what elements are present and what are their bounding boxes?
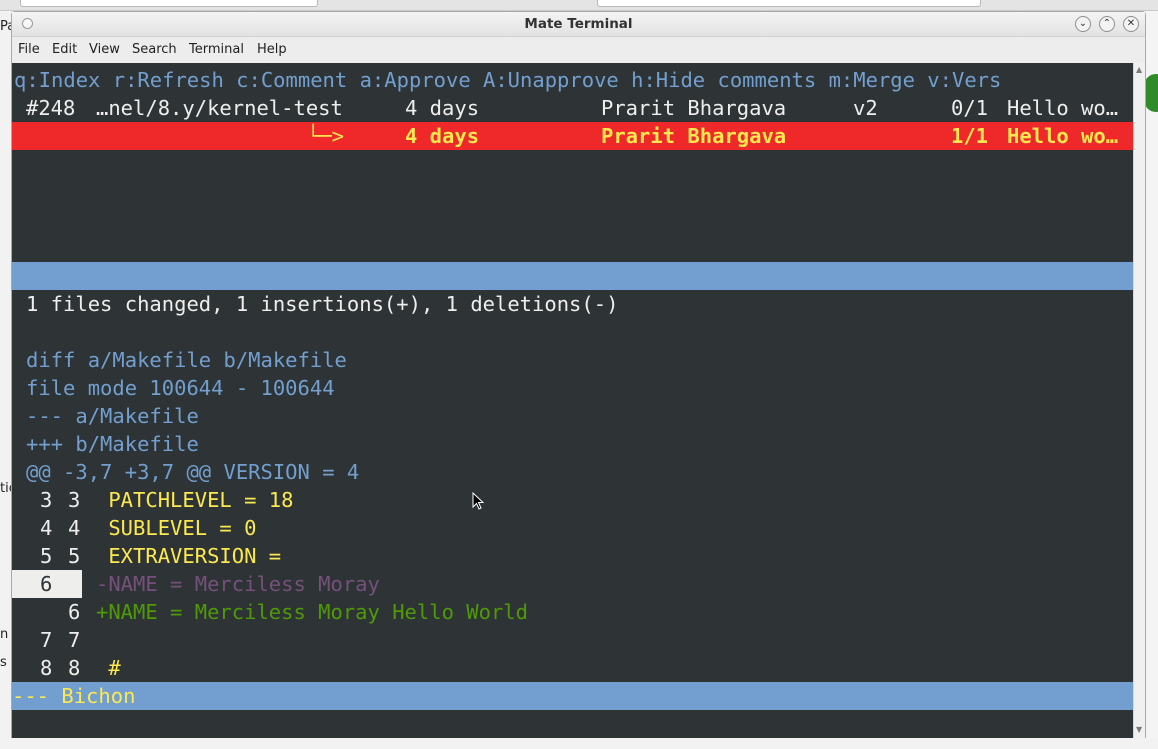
diff-line-text: PATCHLEVEL = 18 [96,488,294,512]
menu-bar: File Edit View Search Terminal Help [12,37,1145,63]
background-input-field [597,0,981,7]
mr-id: #248 [26,96,76,120]
diff-hunk-header: @@ -3,7 +3,7 @@ VERSION = 4 [12,458,1133,486]
mr-author: Prarit Bhargava [601,96,787,120]
background-window-bottom [0,738,1158,749]
old-line-number: 5 [40,544,53,568]
diff-context-line[interactable]: 7 7 [12,626,1133,654]
separator-bar [12,262,1133,290]
mr-version: v2 [853,96,878,120]
diff-header-text: +++ b/Makefile [26,432,199,456]
title-bar[interactable]: Mate Terminal ⌄ ⌃ ✕ [12,12,1145,37]
status-bar: --- Bichon [12,682,1133,710]
tree-arrow: └─> [307,124,345,148]
diff-header-line: file mode 100644 - 100644 [12,374,1133,402]
diff-header-line: --- a/Makefile [12,402,1133,430]
menu-search[interactable]: Search [132,42,177,57]
menu-edit[interactable]: Edit [52,42,77,57]
diff-header-line: +++ b/Makefile [12,430,1133,458]
hunk-text: @@ -3,7 +3,7 @@ VERSION = 4 [26,460,360,484]
new-line-number: 4 [68,516,81,540]
scroll-down-icon[interactable]: ▼ [1136,725,1142,734]
new-line-number: 8 [68,656,81,680]
menu-file[interactable]: File [18,42,40,57]
background-text-fragment: n [0,627,9,642]
mr-count: 1/1 [951,124,989,148]
diff-added-line[interactable]: 6 +NAME = Merciless Moray Hello World [12,598,1133,626]
terminal-scrollbar[interactable]: ▲ ▼ [1133,63,1145,738]
mr-age: 4 days [405,124,480,148]
minimize-icon[interactable]: ⌄ [1075,16,1091,32]
terminal-window: Mate Terminal ⌄ ⌃ ✕ File Edit View Searc… [11,11,1146,738]
menu-terminal[interactable]: Terminal [189,42,244,57]
diff-header-line: diff a/Makefile b/Makefile [12,346,1133,374]
new-line-number: 6 [68,600,81,624]
help-bar: q:Index r:Refresh c:Comment a:Approve A:… [12,66,1133,94]
new-line-number: 5 [68,544,81,568]
old-line-number: 4 [40,516,53,540]
scroll-up-icon[interactable]: ▲ [1136,65,1142,74]
diff-removed-line[interactable]: 6 -NAME = Merciless Moray [12,570,1133,598]
status-bar-text: --- Bichon [12,684,136,708]
diff-context-line[interactable]: 4 4 SUBLEVEL = 0 [12,514,1133,542]
diff-line-text: # [96,656,121,680]
close-icon[interactable]: ✕ [1123,16,1139,32]
menu-help[interactable]: Help [257,42,287,57]
diff-context-line[interactable]: 8 8 # [12,654,1133,682]
diff-summary-text: 1 files changed, 1 insertions(+), 1 dele… [26,292,619,316]
diff-line-text: EXTRAVERSION = [96,544,282,568]
background-text-fragment: s [0,655,7,670]
diff-header-text: diff a/Makefile b/Makefile [26,348,347,372]
mr-age: 4 days [405,96,480,120]
old-line-number: 8 [40,656,53,680]
mr-title: Hello wo… [1007,124,1119,148]
menu-view[interactable]: View [89,42,120,57]
background-window-right [1146,11,1158,749]
mr-branch: …nel/8.y/kernel-test [96,96,343,120]
diff-line-text: +NAME = Merciless Moray Hello World [96,600,528,624]
help-bar-text: q:Index r:Refresh c:Comment a:Approve A:… [14,68,1002,92]
mouse-pointer-icon [472,492,484,510]
new-line-number: 7 [68,628,81,652]
old-line-number: 6 [40,572,53,596]
diff-context-line[interactable]: 3 3 PATCHLEVEL = 18 [12,486,1133,514]
mr-title: Hello wo… [1007,96,1119,120]
diff-header-text: --- a/Makefile [26,404,199,428]
diff-line-text: SUBLEVEL = 0 [96,516,257,540]
diff-summary: 1 files changed, 1 insertions(+), 1 dele… [12,290,1133,318]
window-title: Mate Terminal [524,16,633,32]
diff-context-line[interactable]: 5 5 EXTRAVERSION = [12,542,1133,570]
background-window-edge [0,0,1158,11]
background-input-field [20,0,318,7]
diff-line-text: -NAME = Merciless Moray [96,572,380,596]
new-line-number: 3 [68,488,81,512]
old-line-number: 7 [40,628,53,652]
diff-header-text: file mode 100644 - 100644 [26,376,335,400]
mr-author: Prarit Bhargava [601,124,787,148]
mr-count: 0/1 [951,96,989,120]
old-line-number: 3 [40,488,53,512]
background-green-shape [1144,74,1158,112]
maximize-icon[interactable]: ⌃ [1099,16,1115,32]
merge-request-row[interactable]: #248 …nel/8.y/kernel-test 4 days Prarit … [12,94,1133,122]
terminal-screen[interactable]: q:Index r:Refresh c:Comment a:Approve A:… [12,63,1133,738]
merge-request-row-selected[interactable]: └─> 4 days Prarit Bhargava 1/1 Hello wo… [12,122,1133,150]
